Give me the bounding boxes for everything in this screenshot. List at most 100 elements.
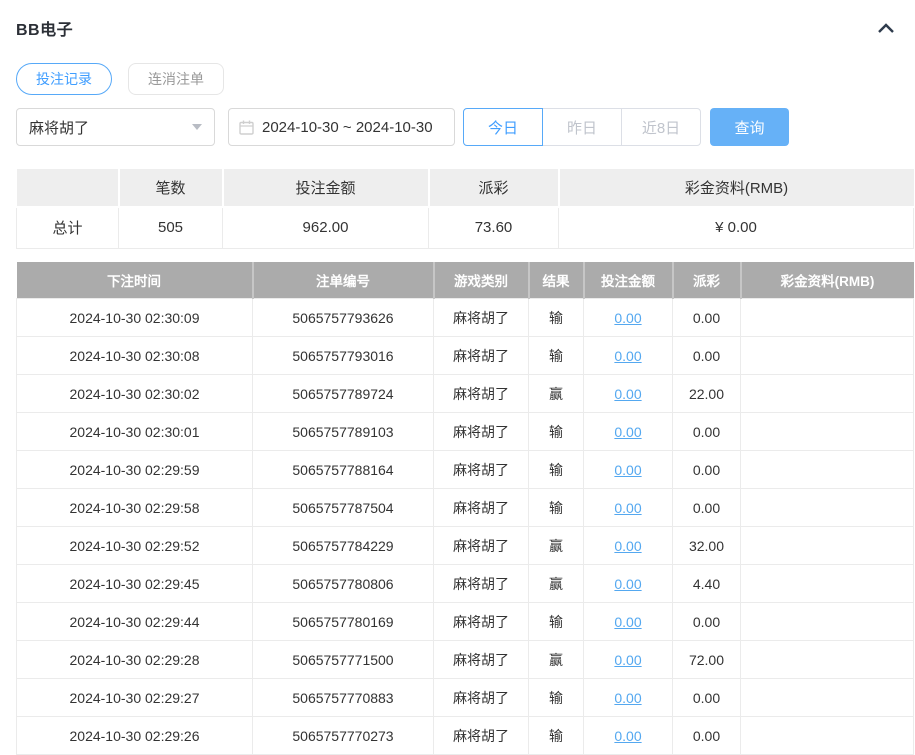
record-row: 2024-10-30 02:29:59 5065757788164 麻将胡了 输… — [17, 451, 914, 489]
bet-records-panel: BB电子 投注记录 连消注单 麻将胡了 2024-10-30 ~ 2 — [0, 0, 915, 755]
bet-amount-link[interactable]: 0.00 — [614, 538, 641, 554]
panel-header: BB电子 — [0, 0, 915, 40]
game-type-select[interactable]: 麻将胡了 — [16, 108, 215, 146]
cell-bet-amount: 0.00 — [584, 565, 673, 603]
bet-amount-link[interactable]: 0.00 — [614, 310, 641, 326]
cell-bet-time: 2024-10-30 02:30:09 — [17, 299, 253, 337]
cell-bet-number: 5065757770883 — [253, 679, 434, 717]
cell-game-type: 麻将胡了 — [434, 717, 529, 755]
cell-bet-number: 5065757771500 — [253, 641, 434, 679]
today-button[interactable]: 今日 — [463, 108, 543, 146]
bet-amount-link[interactable]: 0.00 — [614, 690, 641, 706]
tab-cancelled-bets[interactable]: 连消注单 — [128, 63, 224, 95]
chevron-up-icon — [877, 22, 895, 37]
bet-amount-link[interactable]: 0.00 — [614, 462, 641, 478]
record-row: 2024-10-30 02:29:45 5065757780806 麻将胡了 赢… — [17, 565, 914, 603]
summary-header-count: 笔数 — [119, 169, 223, 207]
yesterday-button[interactable]: 昨日 — [542, 108, 622, 146]
cell-game-type: 麻将胡了 — [434, 489, 529, 527]
cell-bet-number: 5065757780806 — [253, 565, 434, 603]
cell-result: 输 — [529, 413, 584, 451]
calendar-icon — [239, 120, 254, 135]
bet-amount-link[interactable]: 0.00 — [614, 576, 641, 592]
cell-payout: 32.00 — [673, 527, 741, 565]
bet-amount-link[interactable]: 0.00 — [614, 614, 641, 630]
collapse-panel-button[interactable] — [875, 20, 897, 36]
summary-total-row: 总计 505 962.00 73.60 ¥ 0.00 — [17, 207, 914, 248]
cell-payout: 72.00 — [673, 641, 741, 679]
tab-bet-records[interactable]: 投注记录 — [16, 63, 112, 95]
summary-header-bet-amount: 投注金额 — [223, 169, 429, 207]
bet-amount-link[interactable]: 0.00 — [614, 386, 641, 402]
cell-bonus — [741, 337, 914, 375]
bet-amount-link[interactable]: 0.00 — [614, 652, 641, 668]
chevron-down-icon — [192, 124, 202, 130]
records-header-payout: 派彩 — [673, 262, 741, 299]
summary-total-bet-amount: 962.00 — [223, 207, 429, 248]
cell-payout: 22.00 — [673, 375, 741, 413]
bet-amount-link[interactable]: 0.00 — [614, 424, 641, 440]
cell-game-type: 麻将胡了 — [434, 527, 529, 565]
cell-bet-time: 2024-10-30 02:29:45 — [17, 565, 253, 603]
bet-amount-link[interactable]: 0.00 — [614, 500, 641, 516]
cell-bet-number: 5065757793626 — [253, 299, 434, 337]
cell-game-type: 麻将胡了 — [434, 375, 529, 413]
bet-amount-link[interactable]: 0.00 — [614, 728, 641, 744]
cell-payout: 0.00 — [673, 451, 741, 489]
cell-game-type: 麻将胡了 — [434, 603, 529, 641]
summary-total-payout: 73.60 — [429, 207, 559, 248]
date-range-picker[interactable]: 2024-10-30 ~ 2024-10-30 — [228, 108, 455, 146]
cell-bonus — [741, 717, 914, 755]
cell-result: 输 — [529, 337, 584, 375]
cell-result: 赢 — [529, 375, 584, 413]
cell-game-type: 麻将胡了 — [434, 451, 529, 489]
record-row: 2024-10-30 02:30:08 5065757793016 麻将胡了 输… — [17, 337, 914, 375]
cell-bet-number: 5065757789724 — [253, 375, 434, 413]
cell-game-type: 麻将胡了 — [434, 565, 529, 603]
cell-bet-time: 2024-10-30 02:29:59 — [17, 451, 253, 489]
cell-result: 赢 — [529, 641, 584, 679]
cell-result: 输 — [529, 451, 584, 489]
summary-total-bonus: ¥ 0.00 — [559, 207, 914, 248]
summary-header-row: 笔数 投注金额 派彩 彩金资料(RMB) — [17, 169, 914, 207]
cell-bonus — [741, 489, 914, 527]
records-header-row: 下注时间 注单编号 游戏类别 结果 投注金额 派彩 彩金资料(RMB) — [17, 262, 914, 299]
cell-bet-time: 2024-10-30 02:29:27 — [17, 679, 253, 717]
cell-payout: 0.00 — [673, 489, 741, 527]
records-header-bet-amount: 投注金额 — [584, 262, 673, 299]
cell-bonus — [741, 413, 914, 451]
cell-bonus — [741, 451, 914, 489]
date-range-value: 2024-10-30 ~ 2024-10-30 — [262, 119, 433, 136]
cell-payout: 0.00 — [673, 603, 741, 641]
record-row: 2024-10-30 02:30:02 5065757789724 麻将胡了 赢… — [17, 375, 914, 413]
cell-bet-amount: 0.00 — [584, 717, 673, 755]
cell-bet-amount: 0.00 — [584, 413, 673, 451]
cell-bet-time: 2024-10-30 02:29:52 — [17, 527, 253, 565]
cell-bonus — [741, 565, 914, 603]
cell-payout: 0.00 — [673, 679, 741, 717]
record-row: 2024-10-30 02:30:09 5065757793626 麻将胡了 输… — [17, 299, 914, 337]
cell-result: 输 — [529, 489, 584, 527]
filter-toolbar: 麻将胡了 2024-10-30 ~ 2024-10-30 今日 昨日 近8日 查… — [16, 108, 915, 146]
cell-bet-amount: 0.00 — [584, 337, 673, 375]
quick-date-button-group: 今日 昨日 近8日 — [463, 108, 701, 146]
cell-bet-amount: 0.00 — [584, 451, 673, 489]
cell-bet-time: 2024-10-30 02:29:58 — [17, 489, 253, 527]
summary-total-label: 总计 — [17, 207, 119, 248]
record-row: 2024-10-30 02:30:01 5065757789103 麻将胡了 输… — [17, 413, 914, 451]
summary-header-payout: 派彩 — [429, 169, 559, 207]
cell-bonus — [741, 603, 914, 641]
cell-bet-amount: 0.00 — [584, 375, 673, 413]
last-8-days-button[interactable]: 近8日 — [621, 108, 701, 146]
cell-bet-time: 2024-10-30 02:29:26 — [17, 717, 253, 755]
cell-result: 输 — [529, 679, 584, 717]
bet-amount-link[interactable]: 0.00 — [614, 348, 641, 364]
cell-bet-number: 5065757770273 — [253, 717, 434, 755]
search-button[interactable]: 查询 — [710, 108, 789, 146]
records-header-result: 结果 — [529, 262, 584, 299]
summary-header-blank — [17, 169, 119, 207]
records-header-game: 游戏类别 — [434, 262, 529, 299]
cell-bet-number: 5065757784229 — [253, 527, 434, 565]
cell-game-type: 麻将胡了 — [434, 679, 529, 717]
record-row: 2024-10-30 02:29:58 5065757787504 麻将胡了 输… — [17, 489, 914, 527]
